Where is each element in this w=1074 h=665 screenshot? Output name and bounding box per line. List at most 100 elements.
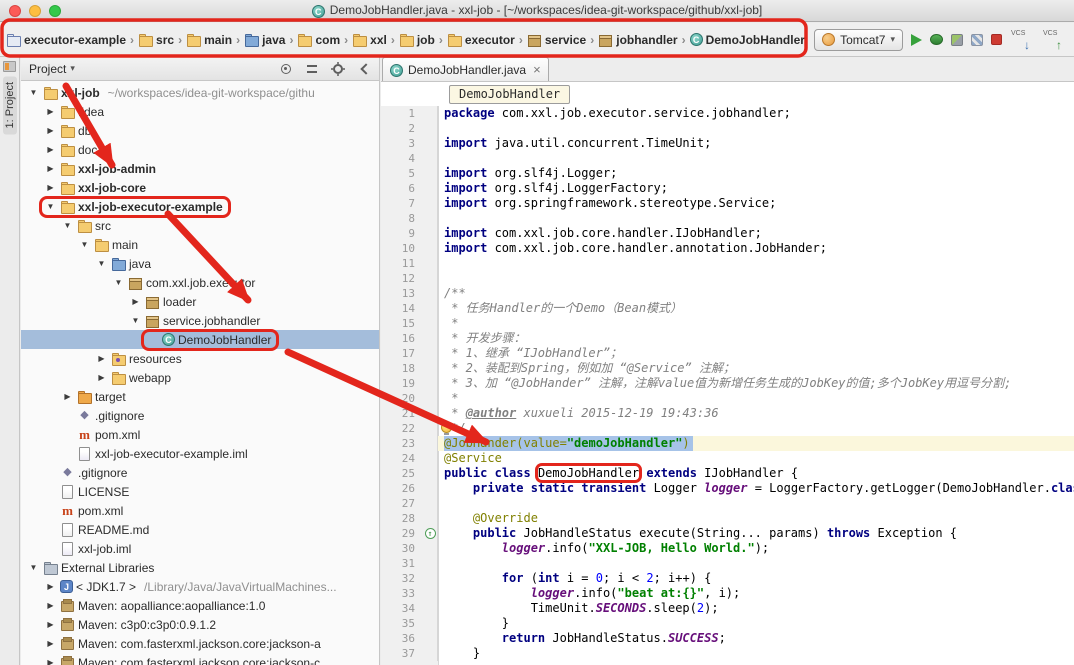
tree-item-maven-com.fasterxml.jackson.core-jackson-c[interactable]: ▶Maven: com.fasterxml.jackson.core:jacks…: [21, 653, 379, 665]
tree-item-service.jobhandler[interactable]: ▼service.jobhandler: [21, 311, 379, 330]
expand-arrow-icon[interactable]: ▼: [112, 278, 125, 287]
code-line-37[interactable]: 37 }: [381, 646, 1074, 661]
code-line-18[interactable]: 18 * 2、装配到Spring，例如加 “@Service” 注解；: [381, 361, 1074, 376]
code-line-19[interactable]: 19 * 3、加 “@JobHander” 注解，注解value值为新增任务生成…: [381, 376, 1074, 391]
file-breadcrumb-chip[interactable]: DemoJobHandler: [449, 85, 570, 104]
code-line-1[interactable]: 1package com.xxl.job.executor.service.jo…: [381, 106, 1074, 121]
breadcrumb-item-xxl[interactable]: xxl: [350, 31, 389, 49]
code-line-2[interactable]: 2: [381, 121, 1074, 136]
tree-item-xxl-job-executor-example.iml[interactable]: xxl-job-executor-example.iml: [21, 444, 379, 463]
tree-item--jdk1.7-[interactable]: ▶J< JDK1.7 >/Library/Java/JavaVirtualMac…: [21, 577, 379, 596]
breadcrumb-item-job[interactable]: job: [397, 31, 437, 49]
tree-item-xxl-job.iml[interactable]: xxl-job.iml: [21, 539, 379, 558]
code-line-11[interactable]: 11: [381, 256, 1074, 271]
hide-panel-icon[interactable]: [353, 60, 375, 78]
tree-item-db[interactable]: ▶db: [21, 121, 379, 140]
code-line-25[interactable]: 25public class DemoJobHandler extends IJ…: [381, 466, 1074, 481]
code-line-14[interactable]: 14 * 任务Handler的一个Demo（Bean模式）: [381, 301, 1074, 316]
breadcrumb-item-java[interactable]: java: [242, 31, 287, 49]
gear-icon[interactable]: [327, 60, 349, 78]
code-line-30[interactable]: 30 logger.info("XXL-JOB, Hello World.");: [381, 541, 1074, 556]
tree-item-readme.md[interactable]: README.md: [21, 520, 379, 539]
expand-arrow-icon[interactable]: ▶: [44, 582, 57, 591]
tree-item-maven-com.fasterxml.jackson.core-jackson-a[interactable]: ▶Maven: com.fasterxml.jackson.core:jacks…: [21, 634, 379, 653]
project-tool-window-button[interactable]: 1: Project: [3, 76, 17, 134]
code-line-35[interactable]: 35 }: [381, 616, 1074, 631]
breadcrumb-item-jobhandler[interactable]: jobhandler: [596, 31, 679, 49]
expand-arrow-icon[interactable]: ▼: [61, 221, 74, 230]
code-line-3[interactable]: 3import java.util.concurrent.TimeUnit;: [381, 136, 1074, 151]
tree-item-.gitignore[interactable]: ◆.gitignore: [21, 463, 379, 482]
breadcrumb-item-executor-example[interactable]: executor-example: [4, 31, 128, 49]
expand-arrow-icon[interactable]: ▶: [44, 126, 57, 135]
breadcrumb-item-main[interactable]: main: [184, 31, 234, 49]
tree-item-target[interactable]: ▶target: [21, 387, 379, 406]
tree-item-java[interactable]: ▼java: [21, 254, 379, 273]
tree-item-.idea[interactable]: ▶.idea: [21, 102, 379, 121]
panel-title[interactable]: Project: [29, 62, 66, 76]
tree-item-com.xxl.job.executor[interactable]: ▼com.xxl.job.executor: [21, 273, 379, 292]
tree-item-external-libraries[interactable]: ▼External Libraries: [21, 558, 379, 577]
expand-arrow-icon[interactable]: ▼: [129, 316, 142, 325]
code-line-33[interactable]: 33 logger.info("beat at:{}", i);: [381, 586, 1074, 601]
project-tool-window-icon[interactable]: [3, 61, 16, 72]
code-line-13[interactable]: 13/**: [381, 286, 1074, 301]
expand-arrow-icon[interactable]: ▶: [44, 145, 57, 154]
run-button[interactable]: [911, 34, 922, 46]
tree-item-maven-aopalliance-aopalliance-1.0[interactable]: ▶Maven: aopalliance:aopalliance:1.0: [21, 596, 379, 615]
code-line-36[interactable]: 36 return JobHandleStatus.SUCCESS;: [381, 631, 1074, 646]
breadcrumb-item-src[interactable]: src: [136, 31, 176, 49]
tree-item-pom.xml[interactable]: mpom.xml: [21, 425, 379, 444]
expand-arrow-icon[interactable]: ▼: [95, 259, 108, 268]
code-line-20[interactable]: 20 *: [381, 391, 1074, 406]
chevron-down-icon[interactable]: ▾: [70, 63, 75, 74]
code-line-21[interactable]: 21 * @author xuxueli 2015-12-19 19:43:36: [381, 406, 1074, 421]
run-config-selector[interactable]: Tomcat7 ▾: [814, 29, 903, 51]
code-line-28[interactable]: 28 @Override: [381, 511, 1074, 526]
code-line-16[interactable]: 16 * 开发步骤：: [381, 331, 1074, 346]
code-line-24[interactable]: 24@Service: [381, 451, 1074, 466]
stop-button[interactable]: [991, 34, 1002, 45]
tree-item-xxl-job-core[interactable]: ▶xxl-job-core: [21, 178, 379, 197]
expand-arrow-icon[interactable]: ▶: [44, 620, 57, 629]
expand-arrow-icon[interactable]: ▶: [95, 373, 108, 382]
tree-item-webapp[interactable]: ▶webapp: [21, 368, 379, 387]
tree-item-demojobhandler[interactable]: CDemoJobHandler: [21, 330, 379, 349]
tree-item-loader[interactable]: ▶loader: [21, 292, 379, 311]
tree-item-maven-c3p0-c3p0-0.9.1.2[interactable]: ▶Maven: c3p0:c3p0:0.9.1.2: [21, 615, 379, 634]
zoom-window-button[interactable]: [49, 5, 61, 17]
code-line-22[interactable]: 22 */: [381, 421, 1074, 436]
profiler-button[interactable]: [971, 34, 983, 46]
code-line-4[interactable]: 4: [381, 151, 1074, 166]
override-marker-icon[interactable]: ↑: [423, 526, 438, 541]
code-line-34[interactable]: 34 TimeUnit.SECONDS.sleep(2);: [381, 601, 1074, 616]
breadcrumb-item-service[interactable]: service: [525, 31, 588, 49]
code-line-12[interactable]: 12: [381, 271, 1074, 286]
code-line-32[interactable]: 32 for (int i = 0; i < 2; i++) {: [381, 571, 1074, 586]
code-line-15[interactable]: 15 *: [381, 316, 1074, 331]
tree-item-pom.xml[interactable]: mpom.xml: [21, 501, 379, 520]
breadcrumb-item-executor[interactable]: executor: [445, 31, 517, 49]
expand-arrow-icon[interactable]: ▼: [27, 563, 40, 572]
close-tab-icon[interactable]: ×: [533, 62, 541, 77]
tree-item-resources[interactable]: ▶resources: [21, 349, 379, 368]
vcs-commit-button[interactable]: VCS↑: [1042, 30, 1066, 49]
code-line-17[interactable]: 17 * 1、继承 “IJobHandler”；: [381, 346, 1074, 361]
expand-arrow-icon[interactable]: ▼: [27, 88, 40, 97]
tree-item-src[interactable]: ▼src: [21, 216, 379, 235]
expand-arrow-icon[interactable]: ▶: [44, 601, 57, 610]
code-line-29[interactable]: 29↑ public JobHandleStatus execute(Strin…: [381, 526, 1074, 541]
tree-item-doc[interactable]: ▶doc: [21, 140, 379, 159]
code-line-31[interactable]: 31: [381, 556, 1074, 571]
expand-arrow-icon[interactable]: ▶: [44, 183, 57, 192]
code-line-8[interactable]: 8: [381, 211, 1074, 226]
tree-item-xxl-job-admin[interactable]: ▶xxl-job-admin: [21, 159, 379, 178]
code-line-27[interactable]: 27: [381, 496, 1074, 511]
expand-arrow-icon[interactable]: ▶: [44, 639, 57, 648]
coverage-button[interactable]: [951, 34, 963, 46]
breadcrumb-item-com[interactable]: com: [295, 31, 342, 49]
tree-item-xxl-job-executor-example[interactable]: ▼xxl-job-executor-example: [21, 197, 379, 216]
code-line-26[interactable]: 26 private static transient Logger logge…: [381, 481, 1074, 496]
vcs-update-button[interactable]: VCS↓: [1010, 30, 1034, 49]
breadcrumb-item-demojobhandler[interactable]: CDemoJobHandler: [688, 31, 807, 49]
